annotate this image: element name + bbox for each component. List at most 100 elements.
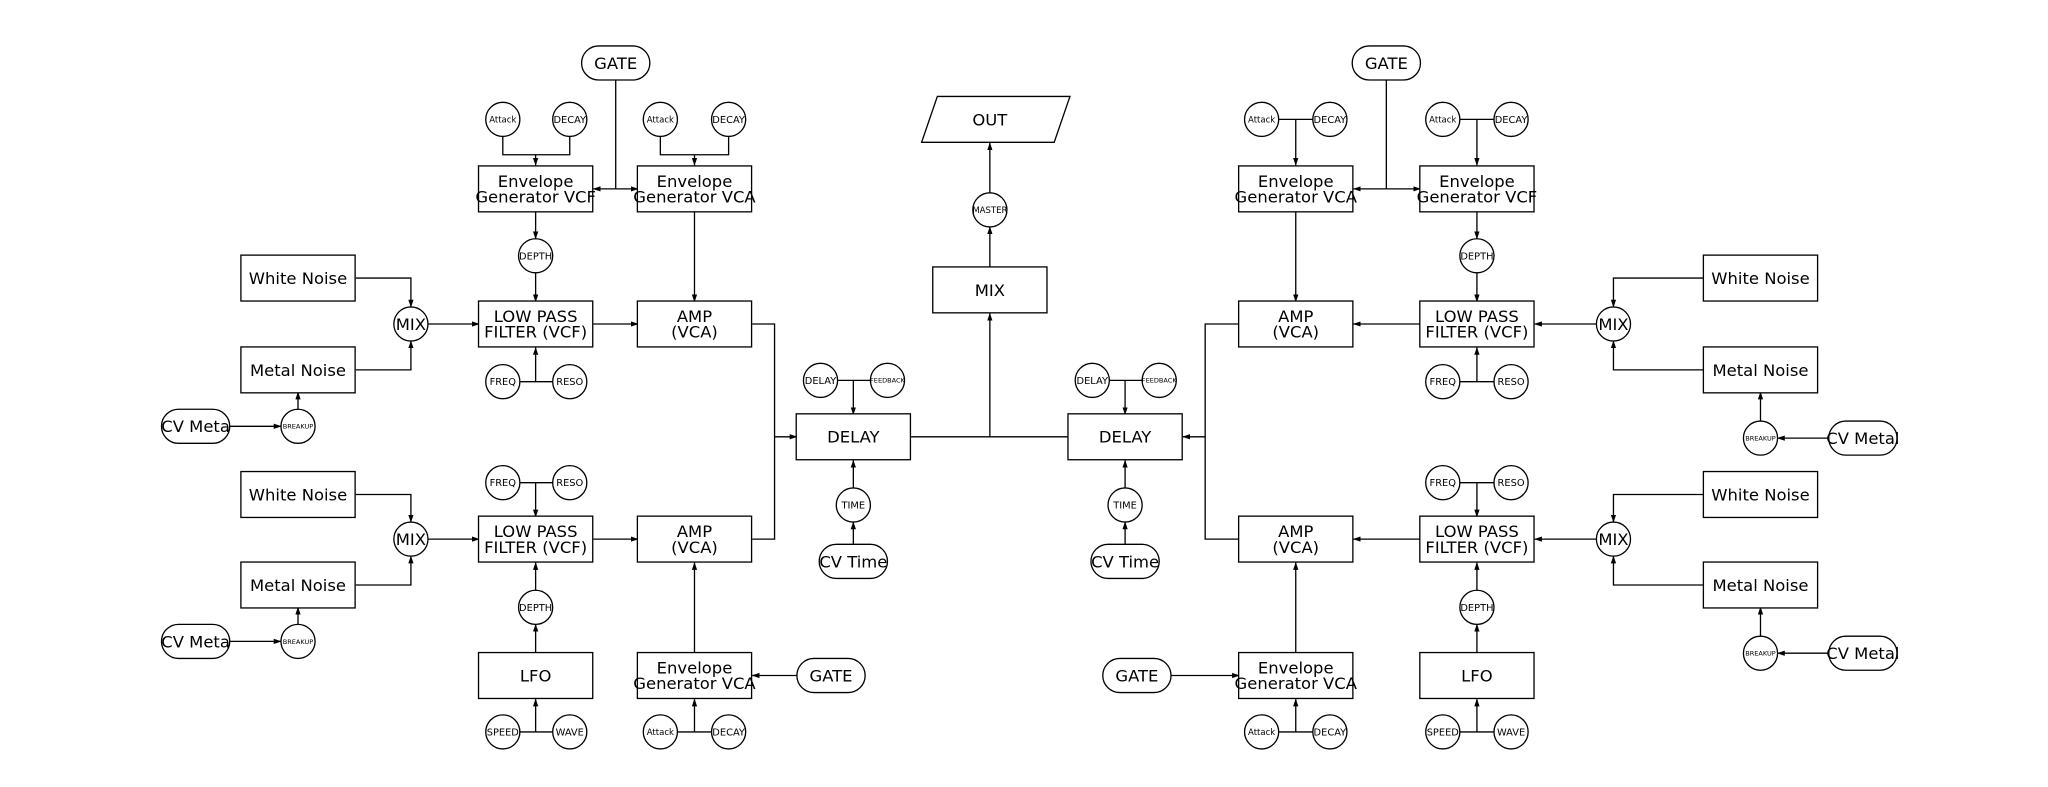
node-delayk-l[interactable]: DELAY bbox=[802, 362, 839, 399]
node-speed-bl[interactable]: SPEED bbox=[485, 714, 521, 750]
node-decay-tl2[interactable]: DECAY bbox=[710, 101, 747, 138]
node-label: DECAY bbox=[1314, 727, 1348, 738]
node-time-r[interactable]: TIME bbox=[1107, 487, 1143, 523]
node-reso-tr[interactable]: RESO bbox=[1493, 363, 1529, 400]
node-wave-bl[interactable]: WAVE bbox=[552, 714, 588, 750]
node-decay-tr2[interactable]: DECAY bbox=[1493, 101, 1529, 138]
node-cvmeta-bl[interactable]: CV Meta bbox=[160, 623, 231, 660]
node-breakup-br[interactable]: BREAKUP bbox=[1742, 635, 1779, 671]
node-label: DELAY bbox=[1099, 428, 1152, 447]
node-mn-br[interactable]: Metal Noise bbox=[1702, 561, 1819, 609]
node-feedback-l[interactable]: FEEDBACK bbox=[869, 362, 906, 399]
node-mn-tr[interactable]: Metal Noise bbox=[1702, 346, 1819, 394]
node-cvmetal-tr[interactable]: CV Metal bbox=[1826, 420, 1899, 456]
node-label: RESO bbox=[1498, 377, 1525, 388]
node-label: LOW PASS FILTER (VCF) bbox=[484, 307, 587, 342]
node-label: FEEDBACK bbox=[1142, 377, 1178, 385]
node-label: Metal Noise bbox=[250, 361, 346, 380]
node-reso-tl[interactable]: RESO bbox=[552, 363, 588, 400]
node-label: GATE bbox=[594, 54, 637, 73]
node-cvmeta-tl[interactable]: CV Meta bbox=[160, 408, 231, 444]
node-wn-tl[interactable]: White Noise bbox=[240, 254, 356, 302]
node-wn-bl[interactable]: White Noise bbox=[240, 470, 356, 519]
node-amp-tl[interactable]: AMP (VCA) bbox=[636, 300, 753, 348]
node-label: FREQ bbox=[490, 478, 517, 489]
node-label: Attack bbox=[1248, 115, 1275, 125]
node-label: DELAY bbox=[805, 376, 837, 387]
node-label: BREAKUP bbox=[283, 638, 314, 646]
node-delay-l[interactable]: DELAY bbox=[795, 413, 912, 461]
node-amp-bl[interactable]: AMP (VCA) bbox=[636, 515, 753, 563]
node-gate-tl[interactable]: GATE bbox=[580, 45, 651, 81]
node-freq-bl[interactable]: FREQ bbox=[485, 464, 521, 501]
node-lfo-bl[interactable]: LFO bbox=[477, 651, 594, 700]
node-mn-tl[interactable]: Metal Noise bbox=[240, 346, 356, 394]
node-label: CV Time bbox=[1091, 552, 1159, 571]
node-reso-bl[interactable]: RESO bbox=[552, 464, 588, 501]
node-egvca-br[interactable]: Envelope Generator VCA bbox=[1235, 651, 1358, 700]
node-egvca-tl[interactable]: Envelope Generator VCA bbox=[633, 165, 756, 213]
node-egvca-bl[interactable]: Envelope Generator VCA bbox=[633, 651, 756, 700]
node-egvcf-tr[interactable]: Envelope Generator VCF bbox=[1417, 165, 1538, 213]
node-breakup-tr[interactable]: BREAKUP bbox=[1742, 420, 1779, 456]
node-egvca-tr[interactable]: Envelope Generator VCA bbox=[1235, 165, 1358, 213]
node-delay-r[interactable]: DELAY bbox=[1067, 413, 1183, 461]
node-attack-tr1[interactable]: Attack bbox=[1243, 101, 1280, 138]
node-cvtime-r[interactable]: CV Time bbox=[1090, 543, 1160, 580]
node-attack-tl2[interactable]: Attack bbox=[642, 101, 679, 138]
node-master[interactable]: MASTER bbox=[972, 192, 1008, 228]
node-depth-br[interactable]: DEPTH bbox=[1459, 589, 1495, 626]
node-decay-br[interactable]: DECAY bbox=[1312, 714, 1348, 750]
node-attack-bl[interactable]: Attack bbox=[642, 714, 679, 750]
node-wn-br[interactable]: White Noise bbox=[1702, 470, 1819, 519]
node-egvcf-tl[interactable]: Envelope Generator VCF bbox=[475, 165, 596, 213]
node-label: GATE bbox=[1365, 54, 1408, 73]
node-cvtime-l[interactable]: CV Time bbox=[818, 543, 889, 580]
node-time-l[interactable]: TIME bbox=[835, 487, 872, 523]
node-label: White Noise bbox=[1711, 485, 1809, 504]
node-label: LFO bbox=[520, 666, 551, 685]
node-mix-tl[interactable]: MIX bbox=[393, 306, 429, 342]
node-label: DECAY bbox=[712, 727, 746, 738]
node-delayk-r[interactable]: DELAY bbox=[1074, 362, 1110, 399]
node-amp-br[interactable]: AMP (VCA) bbox=[1237, 515, 1354, 563]
node-breakup-bl[interactable]: BREAKUP bbox=[280, 623, 316, 660]
node-depth-tr[interactable]: DEPTH bbox=[1459, 238, 1495, 274]
node-freq-br[interactable]: FREQ bbox=[1425, 464, 1461, 501]
node-reso-br[interactable]: RESO bbox=[1493, 464, 1529, 501]
node-mix-br[interactable]: MIX bbox=[1595, 521, 1632, 557]
node-freq-tl[interactable]: FREQ bbox=[485, 363, 521, 400]
node-cvmetal-br[interactable]: CV Metal bbox=[1826, 635, 1899, 671]
node-decay-bl[interactable]: DECAY bbox=[710, 714, 747, 750]
synth-signal-flow-diagram: GATE Attack DECAY Attack DECAY Envelope Genera… bbox=[160, 45, 1899, 750]
connection-wire bbox=[659, 136, 730, 156]
node-mix-tr[interactable]: MIX bbox=[1595, 306, 1632, 342]
node-mn-bl[interactable]: Metal Noise bbox=[240, 561, 356, 609]
node-lpf-tl[interactable]: LOW PASS FILTER (VCF) bbox=[477, 300, 594, 348]
node-mix-bl[interactable]: MIX bbox=[393, 521, 429, 557]
node-decay-tr1[interactable]: DECAY bbox=[1312, 101, 1348, 138]
node-speed-br[interactable]: SPEED bbox=[1425, 714, 1461, 750]
node-amp-tr[interactable]: AMP (VCA) bbox=[1237, 300, 1354, 348]
connection-wire bbox=[1610, 340, 1705, 371]
node-attack-br[interactable]: Attack bbox=[1243, 714, 1280, 750]
node-wn-tr[interactable]: White Noise bbox=[1702, 254, 1819, 302]
node-lpf-br[interactable]: LOW PASS FILTER (VCF) bbox=[1419, 515, 1535, 563]
node-depth-tl[interactable]: DEPTH bbox=[517, 238, 554, 274]
node-lpf-tr[interactable]: LOW PASS FILTER (VCF) bbox=[1419, 300, 1535, 348]
node-feedback-r[interactable]: FEEDBACK bbox=[1141, 362, 1178, 399]
node-gate-tr[interactable]: GATE bbox=[1351, 45, 1422, 81]
node-gate-bl[interactable]: GATE bbox=[796, 657, 866, 694]
node-out[interactable]: OUT bbox=[920, 95, 1071, 143]
node-mix-c[interactable]: MIX bbox=[932, 266, 1048, 314]
node-wave-br[interactable]: WAVE bbox=[1493, 714, 1529, 750]
node-breakup-tl[interactable]: BREAKUP bbox=[280, 408, 316, 444]
node-lpf-bl[interactable]: LOW PASS FILTER (VCF) bbox=[477, 515, 594, 563]
node-freq-tr[interactable]: FREQ bbox=[1425, 363, 1461, 400]
node-attack-tl1[interactable]: Attack bbox=[485, 101, 521, 138]
node-lfo-br[interactable]: LFO bbox=[1419, 651, 1535, 700]
node-depth-bl[interactable]: DEPTH bbox=[517, 589, 554, 626]
node-attack-tr2[interactable]: Attack bbox=[1425, 101, 1461, 138]
node-gate-br[interactable]: GATE bbox=[1102, 657, 1172, 694]
node-decay-tl1[interactable]: DECAY bbox=[552, 101, 588, 138]
